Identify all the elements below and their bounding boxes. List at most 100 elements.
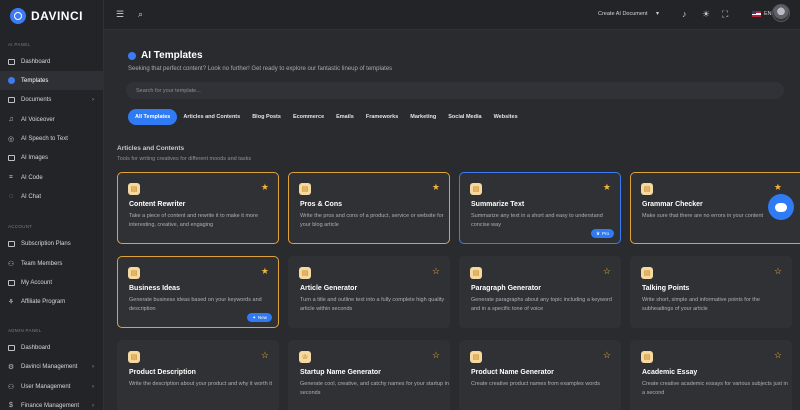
avatar[interactable] xyxy=(772,4,790,22)
search-icon[interactable]: ⌕ xyxy=(138,9,143,20)
tab-frameworks[interactable]: Frameworks xyxy=(360,109,404,125)
category-tabs: All Templates Articles and Contents Blog… xyxy=(128,109,524,125)
new-badge: ✦ New xyxy=(247,313,272,322)
images-icon xyxy=(7,154,15,162)
favorite-star-icon[interactable]: ★ xyxy=(261,182,269,193)
template-card-article-generator[interactable]: ▤ ☆ Article Generator Turn a title and o… xyxy=(288,256,450,328)
favorite-star-outline-icon[interactable]: ☆ xyxy=(774,350,782,361)
sidebar-item-affiliate-program[interactable]: ⚘ Affiliate Program xyxy=(0,292,103,311)
pro-badge: ♛ Pro xyxy=(590,229,614,238)
main-content: AI Templates Seeking that perfect conten… xyxy=(104,30,800,410)
sidebar-item-subscription-plans[interactable]: Subscription Plans xyxy=(0,234,103,253)
sidebar-item-ai-code[interactable]: ⌗ AI Code xyxy=(0,168,103,187)
sun-icon[interactable]: ☀ xyxy=(702,9,710,20)
chevron-right-icon: › xyxy=(92,402,94,409)
language-selector[interactable]: EN xyxy=(752,11,772,17)
management-icon: ⚙ xyxy=(7,363,15,371)
sidebar-section-account: ACCOUNT xyxy=(8,224,33,229)
tab-all-templates[interactable]: All Templates xyxy=(128,109,178,125)
logo[interactable]: DAVINCI xyxy=(0,0,103,32)
template-card-product-name-generator[interactable]: ▤ ☆ Product Name Generator Create creati… xyxy=(459,340,621,410)
template-card-pros-cons[interactable]: ▤ ★ Pros & Cons Write the pros and cons … xyxy=(288,172,450,244)
document-icon: ▤ xyxy=(470,267,482,279)
templates-icon xyxy=(7,77,15,85)
favorite-star-icon[interactable]: ★ xyxy=(774,182,782,193)
sidebar-item-my-account[interactable]: My Account xyxy=(0,273,103,292)
us-flag-icon xyxy=(752,11,761,17)
sidebar-item-ai-voiceover[interactable]: ♫ AI Voiceover xyxy=(0,110,103,129)
sidebar-item-admin-dashboard[interactable]: Dashboard xyxy=(0,338,103,357)
favorite-star-outline-icon[interactable]: ☆ xyxy=(432,350,440,361)
sidebar-item-ai-images[interactable]: AI Images xyxy=(0,148,103,167)
chevron-right-icon: › xyxy=(92,96,94,103)
template-card-product-description[interactable]: ▤ ☆ Product Description Write the descri… xyxy=(117,340,279,410)
sidebar-item-dashboard[interactable]: Dashboard xyxy=(0,52,103,71)
create-document-dropdown[interactable]: Create AI Document xyxy=(598,11,648,17)
document-icon: ▤ xyxy=(128,351,140,363)
chevron-down-icon: ▾ xyxy=(656,11,660,17)
dashboard-icon xyxy=(7,344,15,352)
template-card-summarize-text[interactable]: ▤ ★ Summarize Text Summarize any text in… xyxy=(459,172,621,244)
folder-icon xyxy=(7,96,15,104)
page-subtitle: Seeking that perfect content? Look no fu… xyxy=(128,66,393,72)
favorite-star-outline-icon[interactable]: ☆ xyxy=(603,266,611,277)
plans-icon xyxy=(7,240,15,248)
favorite-star-icon[interactable]: ★ xyxy=(261,266,269,277)
sidebar-item-davinci-management[interactable]: ⚙ Davinci Management › xyxy=(0,357,103,376)
sidebar-item-documents[interactable]: Documents › xyxy=(0,90,103,109)
template-search-input[interactable] xyxy=(126,82,784,99)
favorite-star-icon[interactable]: ★ xyxy=(432,182,440,193)
tab-social-media[interactable]: Social Media xyxy=(442,109,487,125)
favorite-star-outline-icon[interactable]: ☆ xyxy=(603,350,611,361)
tab-articles-and-contents[interactable]: Articles and Contents xyxy=(177,109,246,125)
sidebar-item-ai-chat[interactable]: ◌ AI Chat xyxy=(0,187,103,206)
sidebar-item-templates[interactable]: Templates xyxy=(0,71,103,90)
topbar: ☰ ⌕ Create AI Document ▾ ♪ ☀ ⛶ EN xyxy=(104,0,800,30)
sparkle-icon: ✦ xyxy=(252,314,256,320)
favorite-star-outline-icon[interactable]: ☆ xyxy=(774,266,782,277)
template-card-academic-essay[interactable]: ▤ ☆ Academic Essay Create creative acade… xyxy=(630,340,792,410)
section-heading: Articles and Contents xyxy=(117,145,185,152)
template-card-startup-name-generator[interactable]: ♔ ☆ Startup Name Generator Generate cool… xyxy=(288,340,450,410)
sidebar-item-user-management[interactable]: ⚇ User Management › xyxy=(0,377,103,396)
tab-websites[interactable]: Websites xyxy=(488,109,524,125)
users-icon: ⚇ xyxy=(7,383,15,391)
affiliate-icon: ⚘ xyxy=(7,298,15,306)
bell-icon[interactable]: ♪ xyxy=(682,9,687,19)
sidebar-item-finance-management[interactable]: $ Finance Management › xyxy=(0,396,103,410)
template-card-talking-points[interactable]: ▤ ☆ Talking Points Write short, simple a… xyxy=(630,256,792,328)
tab-ecommerce[interactable]: Ecommerce xyxy=(287,109,330,125)
favorite-star-outline-icon[interactable]: ☆ xyxy=(261,350,269,361)
dashboard-icon xyxy=(7,58,15,66)
favorite-star-outline-icon[interactable]: ☆ xyxy=(432,266,440,277)
tab-marketing[interactable]: Marketing xyxy=(404,109,442,125)
chat-support-button[interactable] xyxy=(768,194,794,220)
sidebar-section-admin-panel: ADMIN PANEL xyxy=(8,328,42,333)
templates-icon xyxy=(128,51,136,60)
fullscreen-icon[interactable]: ⛶ xyxy=(722,9,728,20)
document-icon: ▤ xyxy=(641,351,653,363)
document-icon: ▤ xyxy=(641,267,653,279)
favorite-star-icon[interactable]: ★ xyxy=(603,182,611,193)
document-icon: ▤ xyxy=(299,267,311,279)
section-description: Tools for writing creatives for differen… xyxy=(117,156,252,162)
tab-blog-posts[interactable]: Blog Posts xyxy=(246,109,287,125)
sidebar-item-ai-speech-to-text[interactable]: ◎ AI Speech to Text xyxy=(0,129,103,148)
team-icon: ⚇ xyxy=(7,260,15,268)
crown-icon: ♛ xyxy=(595,230,600,236)
logo-icon xyxy=(10,8,26,24)
sidebar-section-ai-panel: AI PANEL xyxy=(8,42,31,47)
page-title: AI Templates xyxy=(128,50,203,61)
app-name: DAVINCI xyxy=(31,9,83,23)
code-icon: ⌗ xyxy=(9,173,13,181)
trophy-icon: ♔ xyxy=(299,351,311,363)
sidebar-item-team-members[interactable]: ⚇ Team Members xyxy=(0,254,103,273)
document-icon: ▤ xyxy=(128,267,140,279)
chevron-right-icon: › xyxy=(92,363,94,370)
tab-emails[interactable]: Emails xyxy=(330,109,360,125)
template-card-content-rewriter[interactable]: ▤ ★ Content Rewriter Take a piece of con… xyxy=(117,172,279,244)
template-card-paragraph-generator[interactable]: ▤ ☆ Paragraph Generator Generate paragra… xyxy=(459,256,621,328)
template-card-business-ideas[interactable]: ▤ ★ Business Ideas Generate business ide… xyxy=(117,256,279,328)
menu-icon[interactable]: ☰ xyxy=(116,9,124,20)
chevron-right-icon: › xyxy=(92,383,94,390)
